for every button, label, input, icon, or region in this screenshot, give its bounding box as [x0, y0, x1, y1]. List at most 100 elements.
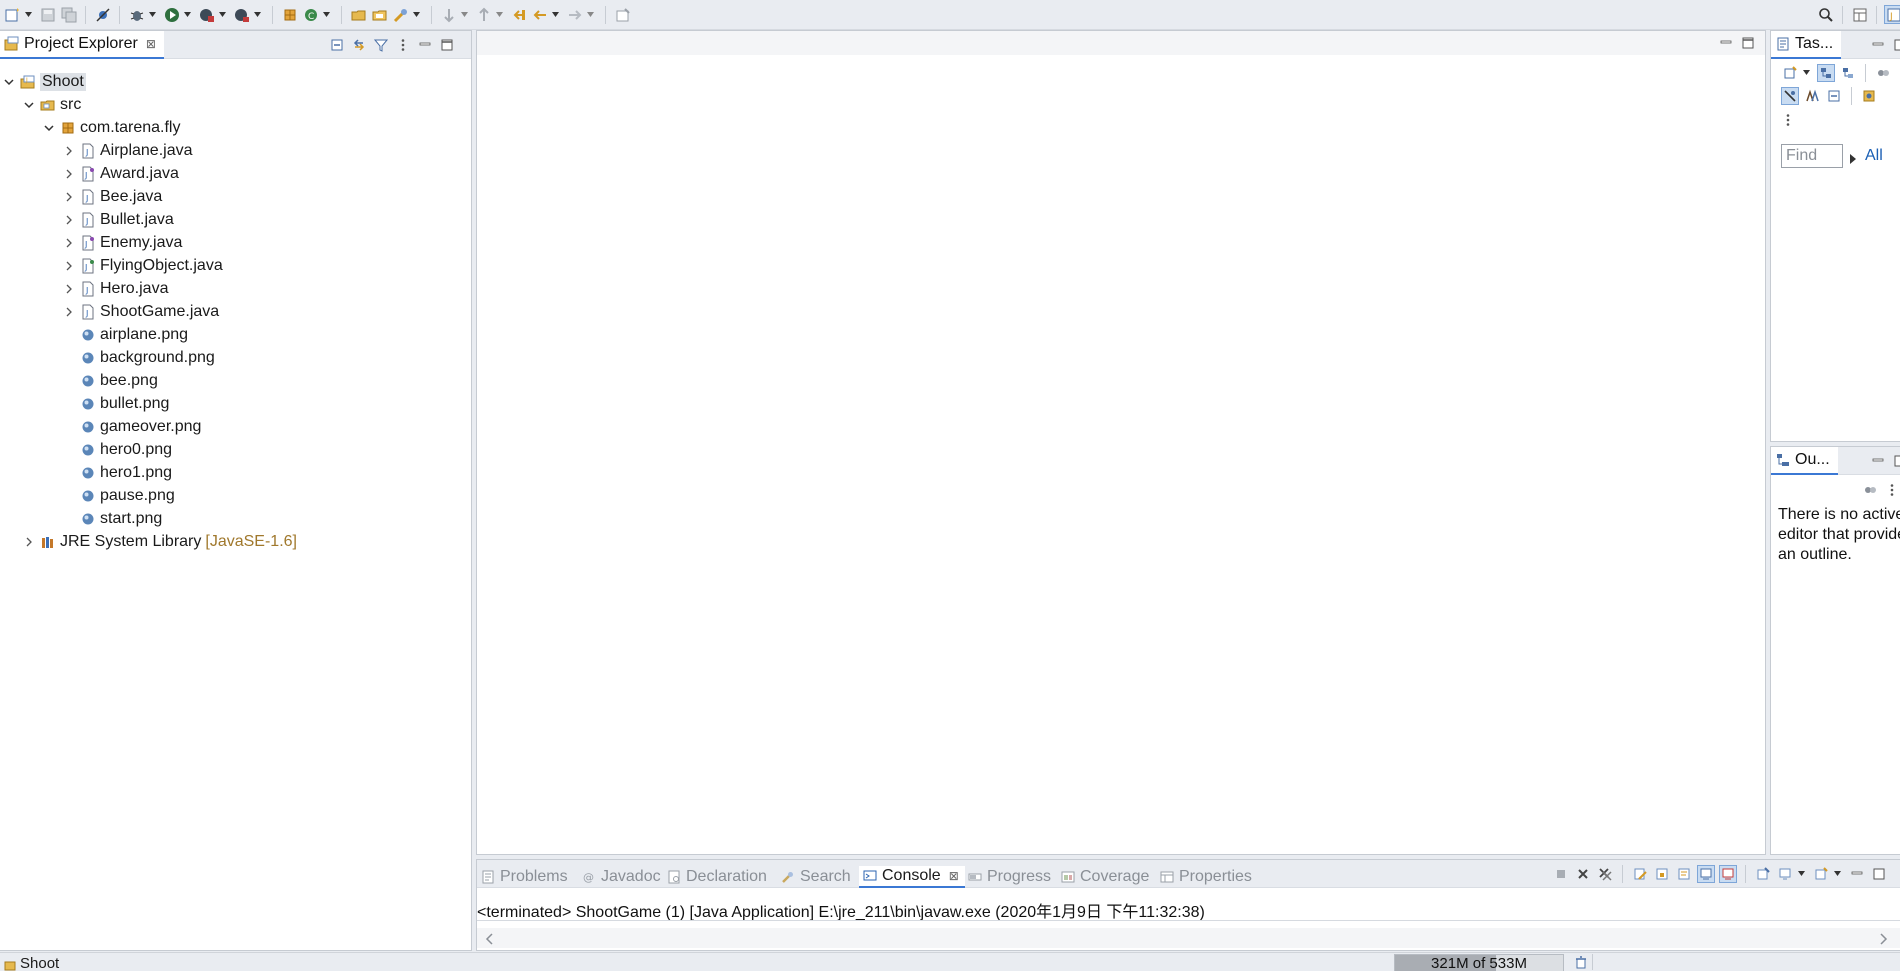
chevron-right-icon[interactable] — [62, 305, 76, 319]
open-task-icon[interactable] — [370, 5, 389, 24]
tree-item[interactable]: J Bullet.java — [62, 208, 174, 231]
chevron-right-icon[interactable] — [62, 259, 76, 273]
chevron-right-icon[interactable] — [62, 167, 76, 181]
maximize-icon[interactable] — [438, 36, 456, 54]
minimize-icon[interactable] — [1869, 452, 1887, 470]
tab-properties[interactable]: Properties — [1160, 866, 1252, 888]
maximize-icon[interactable] — [1870, 865, 1888, 883]
chevron-down-icon[interactable] — [252, 5, 262, 24]
tree-item[interactable]: hero0.png — [62, 438, 172, 461]
chevron-left-icon[interactable] — [485, 932, 493, 949]
hide-completed-icon[interactable] — [1803, 87, 1821, 105]
tree-item[interactable]: J Enemy.java — [62, 231, 182, 254]
scheduled-icon[interactable] — [1839, 64, 1857, 82]
java-perspective-icon[interactable]: J — [1884, 5, 1900, 24]
word-wrap-icon[interactable] — [1675, 865, 1693, 883]
tab-task-list[interactable]: Tas... — [1771, 31, 1842, 59]
open-perspective-icon[interactable] — [1850, 5, 1869, 24]
tab-problems[interactable]: Problems — [481, 866, 568, 888]
pin-console-icon[interactable] — [1754, 865, 1772, 883]
save-icon[interactable] — [38, 5, 57, 24]
run-icon[interactable] — [162, 5, 181, 24]
minimize-icon[interactable] — [416, 36, 434, 54]
skip-breakpoints-icon[interactable] — [93, 5, 112, 24]
tree-item[interactable]: com.tarena.fly — [42, 116, 180, 139]
chevron-right-icon[interactable] — [1880, 932, 1888, 949]
previous-annotation-icon[interactable] — [474, 5, 493, 24]
focus-icon[interactable] — [1781, 87, 1799, 105]
open-console-icon[interactable] — [1812, 865, 1830, 883]
remove-all-terminated-icon[interactable] — [1596, 865, 1614, 883]
tree-item[interactable]: airplane.png — [62, 323, 188, 346]
chevron-down-icon[interactable] — [217, 5, 227, 24]
tree-item[interactable]: J FlyingObject.java — [62, 254, 223, 277]
next-annotation-icon[interactable] — [439, 5, 458, 24]
tree-item[interactable]: J Hero.java — [62, 277, 168, 300]
view-menu-icon[interactable] — [1781, 113, 1795, 131]
tree-item[interactable]: start.png — [62, 507, 162, 530]
chevron-right-icon[interactable] — [62, 144, 76, 158]
chevron-down-icon[interactable] — [411, 5, 421, 24]
close-icon[interactable]: ⊠ — [949, 869, 959, 883]
heap-status[interactable]: 321M of 533M — [1394, 954, 1564, 971]
terminate-icon[interactable] — [1552, 865, 1570, 883]
chevron-down-icon[interactable] — [2, 75, 16, 89]
filter-icon[interactable] — [372, 36, 390, 54]
maximize-icon[interactable] — [1891, 452, 1900, 470]
open-type-icon[interactable] — [349, 5, 368, 24]
pin-editor-icon[interactable] — [613, 5, 632, 24]
chevron-down-icon[interactable] — [321, 5, 331, 24]
chevron-down-icon[interactable] — [550, 5, 560, 24]
minimize-icon[interactable] — [1717, 34, 1735, 52]
categorized-icon[interactable] — [1817, 63, 1835, 82]
scroll-lock-icon[interactable] — [1653, 865, 1671, 883]
tree-item[interactable]: hero1.png — [62, 461, 172, 484]
tab-coverage[interactable]: Coverage — [1061, 866, 1149, 888]
synchronize-icon[interactable] — [1874, 64, 1892, 82]
forward-icon[interactable] — [565, 5, 584, 24]
tree-item[interactable]: pause.png — [62, 484, 175, 507]
minimize-icon[interactable] — [1848, 865, 1866, 883]
link-with-editor-icon[interactable] — [350, 36, 368, 54]
display-console-icon[interactable] — [1776, 865, 1794, 883]
chevron-right-icon[interactable] — [62, 190, 76, 204]
chevron-down-icon[interactable] — [1832, 864, 1842, 883]
tab-progress[interactable]: Progress — [968, 866, 1051, 888]
save-all-icon[interactable] — [59, 5, 78, 24]
tree-item[interactable]: J ShootGame.java — [62, 300, 219, 323]
tree-item[interactable]: bullet.png — [62, 392, 169, 415]
chevron-down-icon[interactable] — [42, 121, 56, 135]
chevron-right-icon[interactable] — [1850, 151, 1856, 168]
tree-item[interactable]: background.png — [62, 346, 215, 369]
chevron-right-icon[interactable] — [22, 535, 36, 549]
remove-launch-icon[interactable] — [1574, 865, 1592, 883]
tree-item[interactable]: J Award.java — [62, 162, 179, 185]
chevron-right-icon[interactable] — [62, 236, 76, 250]
collapse-all-icon[interactable] — [328, 36, 346, 54]
debug-icon[interactable] — [127, 5, 146, 24]
maximize-icon[interactable] — [1891, 36, 1900, 54]
collapse-all-icon[interactable] — [1825, 87, 1843, 105]
new-wizard-icon[interactable] — [3, 5, 22, 24]
chevron-down-icon[interactable] — [494, 5, 504, 24]
last-edit-icon[interactable] — [509, 5, 528, 24]
chevron-down-icon[interactable] — [459, 5, 469, 24]
chevron-down-icon[interactable] — [1801, 63, 1811, 82]
horizontal-scrollbar[interactable] — [477, 928, 1900, 948]
chevron-down-icon[interactable] — [147, 5, 157, 24]
show-on-error-icon[interactable] — [1719, 864, 1737, 883]
tab-project-explorer[interactable]: Project Explorer ⊠ — [0, 31, 164, 59]
show-on-output-icon[interactable] — [1697, 864, 1715, 883]
chevron-down-icon[interactable] — [22, 98, 36, 112]
tree-item[interactable]: J Shoot — [2, 70, 86, 93]
garbage-collect-icon[interactable] — [1574, 955, 1588, 971]
search-icon[interactable] — [391, 5, 410, 24]
view-menu-icon[interactable] — [394, 36, 412, 54]
chevron-down-icon[interactable] — [23, 5, 33, 24]
tab-javadoc[interactable]: @ Javadoc — [582, 866, 661, 888]
chevron-right-icon[interactable] — [62, 282, 76, 296]
clear-console-icon[interactable] — [1631, 865, 1649, 883]
tab-console[interactable]: Console ⊠ — [859, 866, 965, 888]
task-repository-icon[interactable] — [1860, 87, 1878, 105]
task-find-field[interactable]: Find — [1781, 144, 1843, 168]
